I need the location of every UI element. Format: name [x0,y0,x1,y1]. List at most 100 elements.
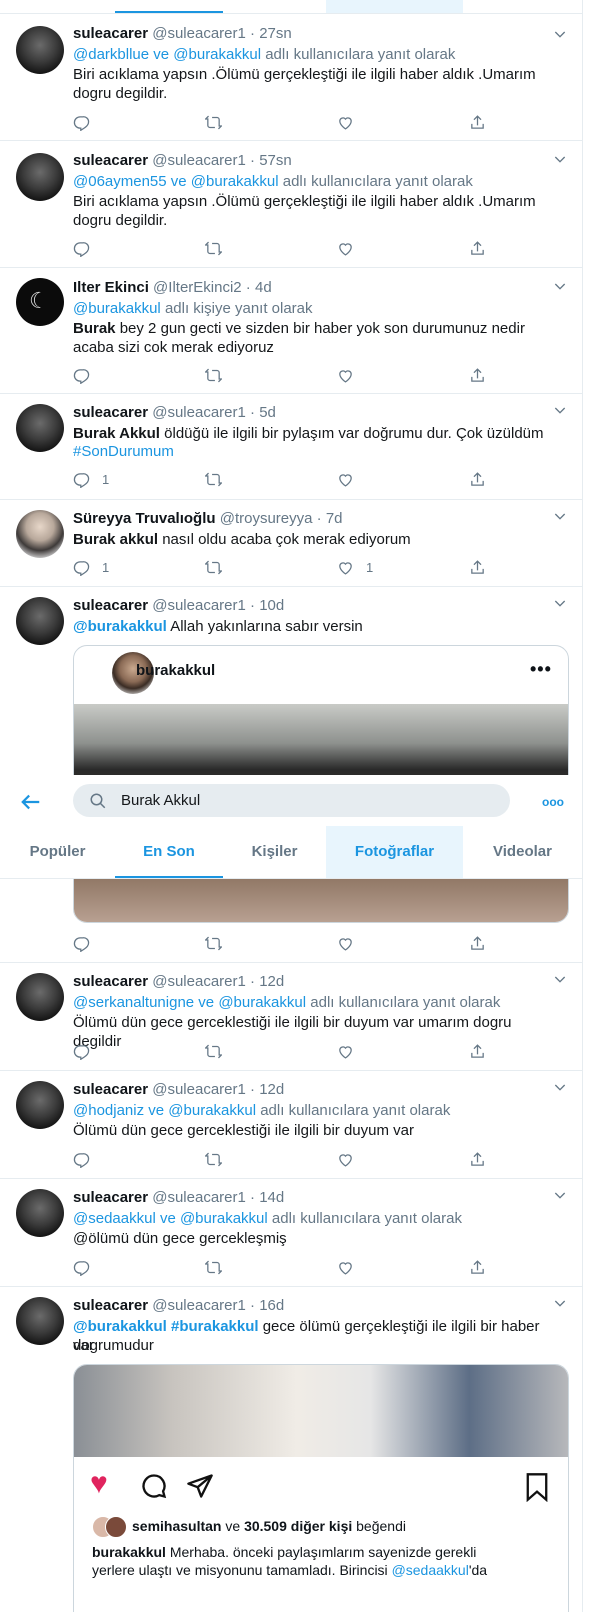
chevron-down-icon[interactable] [552,1187,568,1203]
timestamp[interactable]: 4d [255,279,272,296]
share-button[interactable] [469,365,486,385]
avatar[interactable] [16,26,64,74]
user-handle[interactable]: @IlterEkinci2 [153,279,242,296]
reply-button[interactable] [73,1041,90,1061]
reply-to-users[interactable]: @serkanaltunigne ve @burakakkul [73,994,306,1011]
tweet[interactable]: Süreyya Truvalıoğlu @troysureyya · 7d Bu… [0,500,582,587]
user-name[interactable]: Ilter Ekinci [73,279,149,296]
like-button[interactable] [337,933,354,953]
chevron-down-icon[interactable] [552,151,568,167]
chevron-down-icon[interactable] [552,1295,568,1311]
timestamp[interactable]: 5d [259,404,276,421]
chevron-down-icon[interactable] [552,402,568,418]
tweet[interactable]: suleacarer @suleacarer1 · 57sn @06aymen5… [0,141,582,268]
tab-fotograflar[interactable]: Fotoğraflar [326,826,463,878]
chevron-down-icon[interactable] [552,278,568,294]
avatar[interactable]: ☾ [16,278,64,326]
avatar[interactable] [16,1081,64,1129]
mention[interactable]: @burakakkul #burakakkul [73,1318,259,1335]
user-handle[interactable]: @suleacarer1 [152,404,246,421]
like-button[interactable] [337,469,354,489]
timestamp[interactable]: 27sn [259,25,292,42]
share-button[interactable] [469,238,486,258]
more-options-icon[interactable]: ooo [542,791,564,813]
timestamp[interactable]: 14d [259,1189,284,1206]
timestamp[interactable]: 10d [259,597,284,614]
timestamp[interactable]: 12d [259,1081,284,1098]
retweet-button[interactable] [205,112,222,132]
tweet[interactable]: ☾ Ilter Ekinci @IlterEkinci2 · 4d @burak… [0,268,582,394]
hashtag[interactable]: #SonDurumum [73,443,174,460]
avatar[interactable] [16,1297,64,1345]
user-handle[interactable]: @suleacarer1 [152,1081,246,1098]
user-handle[interactable]: @troysureyya [220,510,313,527]
card-photo[interactable] [74,1365,568,1457]
search-input[interactable]: Burak Akkul [121,792,200,809]
like-button[interactable] [337,1257,354,1277]
avatar[interactable] [16,510,64,558]
caption-user[interactable]: burakakkul [92,1544,166,1560]
user-name[interactable]: suleacarer [73,404,148,421]
reply-button[interactable] [73,1149,90,1169]
reply-button[interactable] [73,238,90,258]
heart-icon[interactable]: ♥ [90,1469,108,1499]
avatar[interactable] [16,1189,64,1237]
reply-button[interactable] [73,1257,90,1277]
retweet-button[interactable] [205,238,222,258]
avatar[interactable] [16,153,64,201]
tab-kisiler[interactable]: Kişiler [223,826,326,878]
user-name[interactable]: suleacarer [73,25,148,42]
chevron-down-icon[interactable] [552,1079,568,1095]
reply-button[interactable] [73,365,90,385]
retweet-button[interactable] [205,1041,222,1061]
share-button[interactable] [469,557,486,577]
share-button[interactable] [469,933,486,953]
retweet-button[interactable] [205,1257,222,1277]
chevron-down-icon[interactable] [552,971,568,987]
reply-button[interactable]: 1 [73,469,109,489]
user-name[interactable]: suleacarer [73,1297,148,1314]
chevron-down-icon[interactable] [552,595,568,611]
chevron-down-icon[interactable] [552,26,568,42]
user-name[interactable]: suleacarer [73,973,148,990]
caption-mention[interactable]: @sedaakkul [392,1562,469,1578]
bookmark-icon[interactable] [523,1472,551,1502]
back-arrow-icon[interactable] [20,791,42,813]
timestamp[interactable]: 57sn [259,152,292,169]
tweet[interactable]: suleacarer @suleacarer1 · 12d @hodjaniz … [0,1071,582,1179]
reply-to-users[interactable]: @burakakkul [73,300,161,317]
chevron-down-icon[interactable] [552,508,568,524]
like-button[interactable] [337,238,354,258]
card-username[interactable]: burakakkul [136,662,215,679]
more-dots-icon[interactable]: ••• [530,659,552,680]
user-handle[interactable]: @suleacarer1 [152,25,246,42]
retweet-button[interactable] [205,365,222,385]
user-name[interactable]: Süreyya Truvalıoğlu [73,510,216,527]
share-button[interactable] [469,1149,486,1169]
liked-others[interactable]: 30.509 diğer kişi [244,1518,352,1534]
retweet-button[interactable] [205,1149,222,1169]
send-icon[interactable] [186,1472,214,1500]
mention[interactable]: @burakakkul [73,618,167,635]
tweet[interactable]: suleacarer @suleacarer1 · 5d Burak Akkul… [0,394,582,500]
tweet[interactable]: suleacarer @suleacarer1 · 12d @serkanalt… [0,963,582,1071]
user-name[interactable]: suleacarer [73,1081,148,1098]
retweet-button[interactable] [205,557,222,577]
tab-en-son[interactable]: En Son [115,826,223,878]
user-handle[interactable]: @suleacarer1 [152,152,246,169]
avatar[interactable] [16,973,64,1021]
reply-to-users[interactable]: @darkbllue ve @burakakkul [73,46,261,63]
timestamp[interactable]: 12d [259,973,284,990]
tab-videolar[interactable]: Videolar [463,826,582,878]
embedded-instagram-card[interactable]: ♥ semihasultan ve 30.509 diğer kişi beğe… [73,1364,569,1612]
reply-to-users[interactable]: @hodjaniz ve @burakakkul [73,1102,256,1119]
user-name[interactable]: suleacarer [73,152,148,169]
share-button[interactable] [469,112,486,132]
avatar[interactable] [16,597,64,645]
share-button[interactable] [469,469,486,489]
tweet[interactable]: suleacarer @suleacarer1 · 27sn @darkbllu… [0,14,582,141]
liked-by-user[interactable]: semihasultan [132,1518,221,1534]
share-button[interactable] [469,1257,486,1277]
tweet[interactable]: suleacarer @suleacarer1 · 14d @sedaakkul… [0,1179,582,1287]
like-button[interactable] [337,1149,354,1169]
